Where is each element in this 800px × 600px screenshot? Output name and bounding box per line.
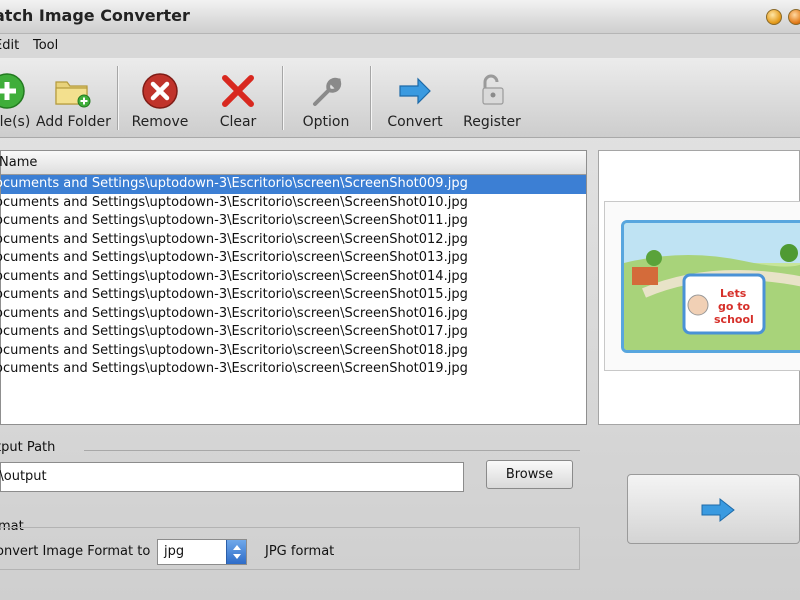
file-path: Documents and Settings\uptodown-3\Escrit…: [0, 361, 468, 376]
add-folder-icon: [55, 81, 91, 108]
remove-button[interactable]: Remove: [128, 58, 192, 138]
remove-icon: [142, 73, 178, 109]
output-path-label: tput Path: [0, 440, 56, 455]
add-folder-button[interactable]: Add Folder: [36, 58, 111, 138]
add-files-button[interactable]: ile(s): [0, 58, 34, 138]
file-row[interactable]: Documents and Settings\uptodown-3\Escrit…: [0, 231, 586, 250]
add-files-label: ile(s): [0, 114, 31, 130]
convert-button[interactable]: Convert: [384, 58, 446, 138]
lock-icon: [482, 74, 504, 105]
file-row[interactable]: Documents and Settings\uptodown-3\Escrit…: [0, 268, 586, 287]
preview-thumbnail: Lets go to school: [604, 201, 800, 371]
option-button[interactable]: Option: [296, 58, 356, 138]
file-path: Documents and Settings\uptodown-3\Escrit…: [0, 194, 468, 210]
menu-bar: Edit Tool: [0, 34, 800, 58]
wrench-icon: [313, 77, 342, 106]
preview-scene: Lets go to school: [621, 220, 800, 353]
file-row[interactable]: Documents and Settings\uptodown-3\Escrit…: [0, 249, 586, 268]
menu-edit[interactable]: Edit: [0, 38, 19, 53]
remove-label: Remove: [131, 114, 189, 130]
preview-caption-line: Lets: [720, 287, 747, 300]
arrow-right-icon: [399, 77, 431, 105]
window-title: atch Image Converter: [0, 6, 190, 25]
add-folder-label: Add Folder: [36, 114, 111, 130]
format-select-value: jpg: [164, 544, 185, 559]
convert-label: Convert: [387, 114, 443, 130]
file-list[interactable]: Name Documents and Settings\uptodown-3\E…: [0, 150, 587, 425]
file-path: Documents and Settings\uptodown-3\Escrit…: [0, 342, 468, 358]
file-path: Documents and Settings\uptodown-3\Escrit…: [0, 176, 468, 191]
file-row[interactable]: Documents and Settings\uptodown-3\Escrit…: [0, 305, 586, 324]
title-bar: atch Image Converter: [0, 0, 800, 34]
preview-caption-line: go to: [718, 300, 751, 313]
browse-button[interactable]: Browse: [486, 460, 573, 489]
file-row[interactable]: Documents and Settings\uptodown-3\Escrit…: [0, 286, 586, 305]
file-row[interactable]: Documents and Settings\uptodown-3\Escrit…: [0, 212, 586, 231]
file-path: Documents and Settings\uptodown-3\Escrit…: [0, 287, 468, 302]
output-path-input[interactable]: :\output: [0, 462, 464, 492]
toolbar: ile(s) Add Folder Remove Clear Option: [0, 58, 800, 138]
column-name-header[interactable]: Name: [0, 155, 37, 170]
file-path: Documents and Settings\uptodown-3\Escrit…: [0, 250, 468, 265]
file-row[interactable]: Documents and Settings\uptodown-3\Escrit…: [0, 360, 586, 379]
preview-scene-illustration: Lets go to school: [624, 223, 800, 350]
clear-button[interactable]: Clear: [212, 58, 264, 138]
file-row[interactable]: Documents and Settings\uptodown-3\Escrit…: [0, 194, 586, 213]
file-row[interactable]: Documents and Settings\uptodown-3\Escrit…: [0, 175, 586, 194]
format-description: JPG format: [265, 544, 335, 559]
file-path: Documents and Settings\uptodown-3\Escrit…: [0, 213, 468, 228]
list-header[interactable]: Name: [0, 151, 586, 175]
toolbar-separator: [282, 66, 284, 130]
menu-tool[interactable]: Tool: [33, 38, 58, 53]
start-convert-button[interactable]: [627, 474, 800, 544]
file-path: Documents and Settings\uptodown-3\Escrit…: [0, 231, 468, 247]
option-label: Option: [302, 114, 350, 130]
file-row[interactable]: Documents and Settings\uptodown-3\Escrit…: [0, 342, 586, 361]
minimize-button[interactable]: [766, 9, 782, 25]
clear-icon: [222, 75, 254, 107]
register-label: Register: [463, 114, 521, 130]
file-path: Documents and Settings\uptodown-3\Escrit…: [0, 324, 468, 339]
file-path: Documents and Settings\uptodown-3\Escrit…: [0, 268, 468, 284]
convert-format-label: onvert Image Format to: [0, 544, 151, 559]
register-button[interactable]: Register: [462, 58, 522, 138]
maximize-button[interactable]: [788, 9, 800, 25]
file-path: Documents and Settings\uptodown-3\Escrit…: [0, 305, 468, 321]
spin-arrows-icon[interactable]: [226, 540, 246, 564]
preview-caption-line: school: [714, 313, 754, 326]
toolbar-separator: [370, 66, 372, 130]
arrow-right-icon: [701, 497, 735, 523]
image-preview: Lets go to school: [598, 150, 800, 425]
file-row[interactable]: Documents and Settings\uptodown-3\Escrit…: [0, 323, 586, 342]
toolbar-separator: [117, 66, 119, 130]
clear-label: Clear: [219, 114, 257, 130]
add-file-icon: [0, 73, 25, 109]
group-divider: [84, 450, 580, 451]
output-path-value: :\output: [0, 469, 47, 484]
format-select[interactable]: jpg: [157, 539, 247, 565]
